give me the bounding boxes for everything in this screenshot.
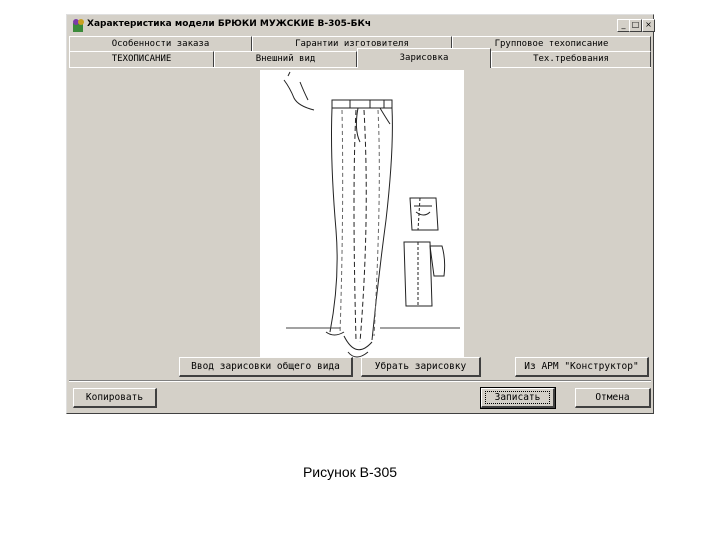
tab-order-features[interactable]: Особенности заказа xyxy=(69,36,252,52)
sketch-panel: Ввод зарисовки общего вида Убрать зарисо… xyxy=(69,67,651,380)
footer-separator xyxy=(69,380,651,382)
remove-sketch-button[interactable]: Убрать зарисовку xyxy=(361,357,481,377)
cancel-button[interactable]: Отмена xyxy=(575,388,651,408)
trousers-sketch xyxy=(283,71,460,358)
tab-appearance[interactable]: Внешний вид xyxy=(214,51,357,67)
close-button[interactable]: × xyxy=(642,19,655,32)
from-arm-constructor-button[interactable]: Из АРМ "Конструктор" xyxy=(515,357,649,377)
app-icon xyxy=(73,19,84,32)
tab-tech-description[interactable]: ТЕХОПИСАНИЕ xyxy=(69,51,214,67)
input-sketch-button[interactable]: Ввод зарисовки общего вида xyxy=(179,357,353,377)
tab-sketch[interactable]: Зарисовка xyxy=(357,48,491,68)
dialog-window: Характеристика модели БРЮКИ МУЖСКИЕ В-30… xyxy=(66,14,655,414)
focus-rectangle xyxy=(485,391,550,404)
maximize-button[interactable]: □ xyxy=(629,19,642,32)
figure-caption: Рисунок В-305 xyxy=(302,464,398,480)
sketch-image xyxy=(260,70,464,358)
title-bar[interactable]: Характеристика модели БРЮКИ МУЖСКИЕ В-30… xyxy=(69,17,655,34)
save-button[interactable]: Записать xyxy=(480,387,556,409)
tab-tech-requirements[interactable]: Тех.требования xyxy=(491,51,651,67)
tab-row-bottom: ТЕХОПИСАНИЕ Внешний вид Зарисовка Тех.тр… xyxy=(69,48,651,68)
window-title: Характеристика модели БРЮКИ МУЖСКИЕ В-30… xyxy=(87,19,372,29)
copy-button[interactable]: Копировать xyxy=(73,388,157,408)
